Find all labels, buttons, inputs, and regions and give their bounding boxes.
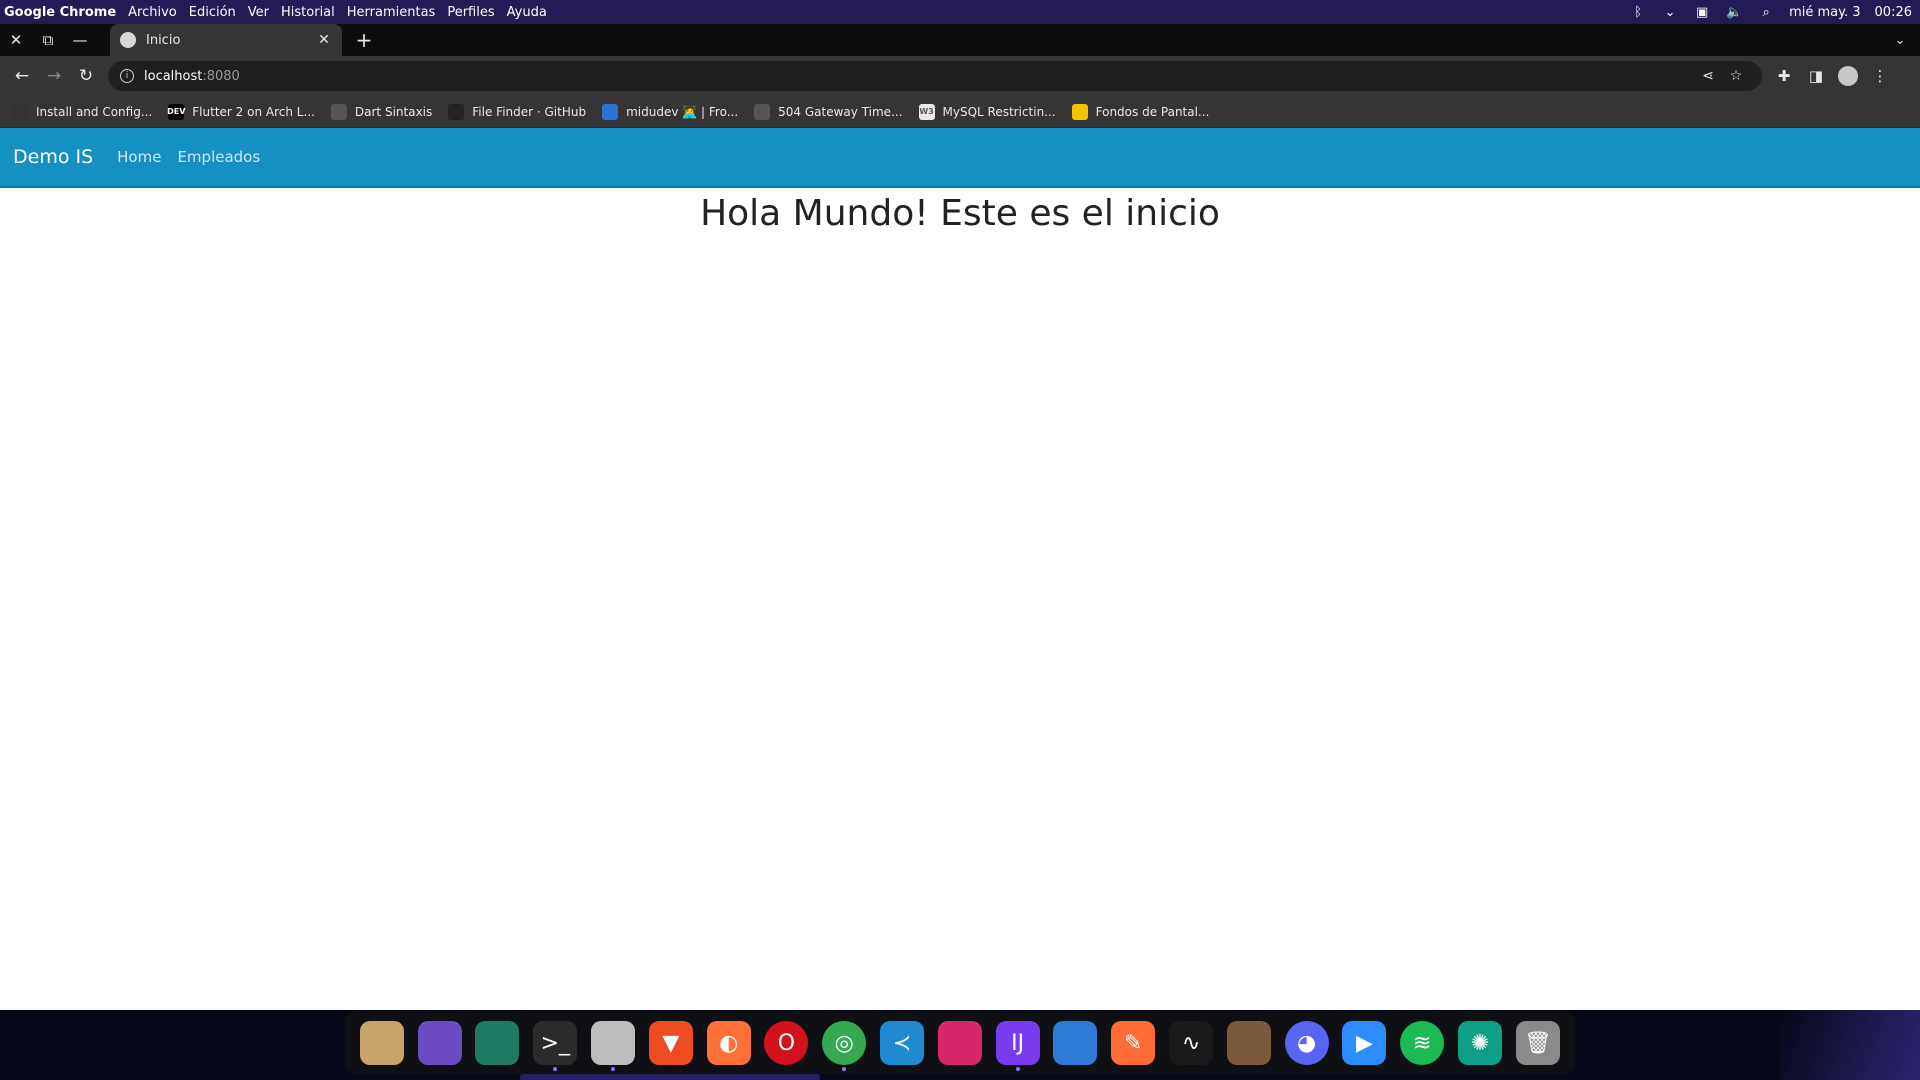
menu-ver[interactable]: Ver: [242, 5, 275, 20]
android-studio-icon[interactable]: [1053, 1021, 1098, 1065]
profile-avatar-icon[interactable]: [1838, 66, 1858, 86]
url-port: :8080: [202, 68, 240, 84]
vscode-app-icon[interactable]: ≺: [880, 1021, 925, 1065]
navbar-brand[interactable]: Demo IS: [13, 146, 93, 168]
bookmark-item[interactable]: Dart Sintaxis: [330, 103, 433, 120]
menu-perfiles[interactable]: Perfiles: [441, 5, 500, 20]
bookmark-label: Flutter 2 on Arch L...: [192, 104, 315, 119]
chevron-down-icon[interactable]: ⌄: [1661, 5, 1679, 20]
menu-herramientas[interactable]: Herramientas: [341, 5, 442, 20]
bookmark-favicon-icon: [12, 103, 28, 120]
chrome-browser-icon[interactable]: ◎: [822, 1021, 867, 1071]
bookmark-favicon-icon: [754, 103, 771, 120]
bookmark-favicon-icon: [602, 103, 619, 120]
system-top-bar: Google Chrome Archivo Edición Ver Histor…: [0, 0, 1920, 24]
bluetooth-icon[interactable]: ᛒ: [1629, 5, 1647, 20]
bookmarks-bar: Install and Config... DEV Flutter 2 on Arc…: [0, 96, 1920, 128]
tab-search-chevron-icon[interactable]: ⌄: [1880, 33, 1920, 48]
menu-ayuda[interactable]: Ayuda: [501, 5, 553, 20]
opera-browser-icon[interactable]: O: [764, 1021, 809, 1065]
new-tab-button[interactable]: +: [348, 24, 380, 56]
bookmark-item[interactable]: W3 MySQL Restrictin...: [918, 103, 1056, 120]
nav-link-empleados[interactable]: Empleados: [177, 148, 260, 166]
system-date[interactable]: mié may. 3: [1789, 5, 1860, 20]
bookmark-label: Dart Sintaxis: [354, 104, 433, 119]
bird-app-icon[interactable]: [417, 1021, 462, 1065]
tab-strip: ✕ ⧉ — Inicio ✕ + ⌄: [0, 24, 1920, 56]
aperture-app-icon[interactable]: ✺: [1458, 1021, 1503, 1065]
page-content: Hola Mundo! Este es el inicio: [0, 188, 1920, 1008]
bookmark-label: midudev 🧑‍💻 | Fro...: [626, 104, 739, 119]
volume-icon[interactable]: 🔈: [1725, 5, 1743, 20]
app-dock: >_ ▼ ◐ O ◎ ≺ IJ ✎ ∿ ◕ ▶ ≋ ✺ 🗑: [345, 1012, 1575, 1074]
nav-link-home[interactable]: Home: [117, 148, 161, 166]
page-heading: Hola Mundo! Este es el inicio: [700, 193, 1220, 234]
postman-app-icon[interactable]: ✎: [1111, 1021, 1156, 1065]
network-icon[interactable]: ▣: [1693, 5, 1711, 20]
bookmark-favicon-icon: [448, 103, 465, 120]
bookmark-favicon-icon: W3: [918, 103, 935, 120]
side-panel-icon[interactable]: ◨: [1800, 67, 1832, 85]
bookmark-item[interactable]: DEV Flutter 2 on Arch L...: [167, 103, 315, 120]
bookmark-favicon-icon: [330, 103, 347, 120]
discord-app-icon[interactable]: ◕: [1284, 1021, 1329, 1065]
firefox-browser-icon[interactable]: ◐: [706, 1021, 751, 1065]
system-time[interactable]: 00:26: [1875, 5, 1912, 20]
bookmark-favicon-icon: [1071, 103, 1088, 120]
bookmark-favicon-icon: DEV: [167, 103, 185, 120]
zoom-app-icon[interactable]: ▶: [1342, 1021, 1387, 1065]
bookmark-item[interactable]: File Finder · GitHub: [448, 103, 587, 120]
bookmark-label: MySQL Restrictin...: [942, 104, 1056, 119]
back-arrow-icon[interactable]: ←: [6, 60, 38, 92]
bookmark-item[interactable]: 504 Gateway Time...: [754, 103, 903, 120]
minecraft-app-icon[interactable]: [1226, 1021, 1271, 1065]
bookmark-label: File Finder · GitHub: [472, 104, 587, 119]
bookmark-item[interactable]: Fondos de Pantal...: [1071, 103, 1210, 120]
brave-browser-icon[interactable]: ▼: [648, 1021, 693, 1065]
kebab-menu-icon[interactable]: ⋮: [1864, 67, 1896, 85]
search-icon[interactable]: ⌕: [1757, 5, 1775, 20]
trash-icon[interactable]: 🗑: [1515, 1021, 1560, 1065]
bookmark-item[interactable]: midudev 🧑‍💻 | Fro...: [602, 103, 739, 120]
system-monitor-icon[interactable]: ∿: [1169, 1021, 1214, 1065]
window-close-icon[interactable]: ✕: [0, 24, 32, 56]
tab-close-icon[interactable]: ✕: [316, 32, 332, 48]
intellij-app-icon[interactable]: IJ: [995, 1021, 1040, 1071]
reload-icon[interactable]: ↻: [70, 60, 102, 92]
site-info-icon[interactable]: i: [120, 69, 134, 83]
bookmark-star-icon[interactable]: ☆: [1722, 68, 1750, 84]
hardware-app-icon[interactable]: [475, 1021, 520, 1065]
app-name[interactable]: Google Chrome: [0, 5, 122, 20]
menu-edicion[interactable]: Edición: [183, 5, 242, 20]
bookmark-label: Fondos de Pantal...: [1095, 104, 1210, 119]
forward-arrow-icon[interactable]: →: [38, 60, 70, 92]
netbeans-app-icon[interactable]: [937, 1021, 982, 1065]
menu-archivo[interactable]: Archivo: [122, 5, 183, 20]
bookmark-item[interactable]: Install and Config...: [12, 103, 153, 120]
page-navbar: Demo IS Home Empleados: [0, 128, 1920, 188]
system-tray: ᛒ ⌄ ▣ 🔈 ⌕ mié may. 3 00:26: [1629, 5, 1920, 20]
window-minimize-icon[interactable]: —: [64, 24, 96, 56]
address-bar[interactable]: i localhost :8080 ⋖ ☆: [108, 61, 1762, 91]
browser-toolbar: ← → ↻ i localhost :8080 ⋖ ☆ ✚ ◨ ⋮: [0, 56, 1920, 96]
planet-app-icon[interactable]: [359, 1021, 404, 1065]
url-host: localhost: [144, 68, 203, 84]
terminal-app-icon[interactable]: >_: [533, 1021, 578, 1071]
files-app-icon[interactable]: [591, 1021, 636, 1071]
window-restore-icon[interactable]: ⧉: [32, 24, 64, 56]
bookmark-label: Install and Config...: [36, 104, 153, 119]
tab-inicio[interactable]: Inicio ✕: [110, 24, 342, 56]
share-icon[interactable]: ⋖: [1694, 68, 1722, 84]
bookmark-label: 504 Gateway Time...: [778, 104, 903, 119]
extensions-puzzle-icon[interactable]: ✚: [1768, 67, 1800, 85]
menu-historial[interactable]: Historial: [275, 5, 341, 20]
spotify-app-icon[interactable]: ≋: [1400, 1021, 1445, 1065]
tab-title: Inicio: [146, 32, 181, 48]
globe-icon: [120, 32, 136, 48]
